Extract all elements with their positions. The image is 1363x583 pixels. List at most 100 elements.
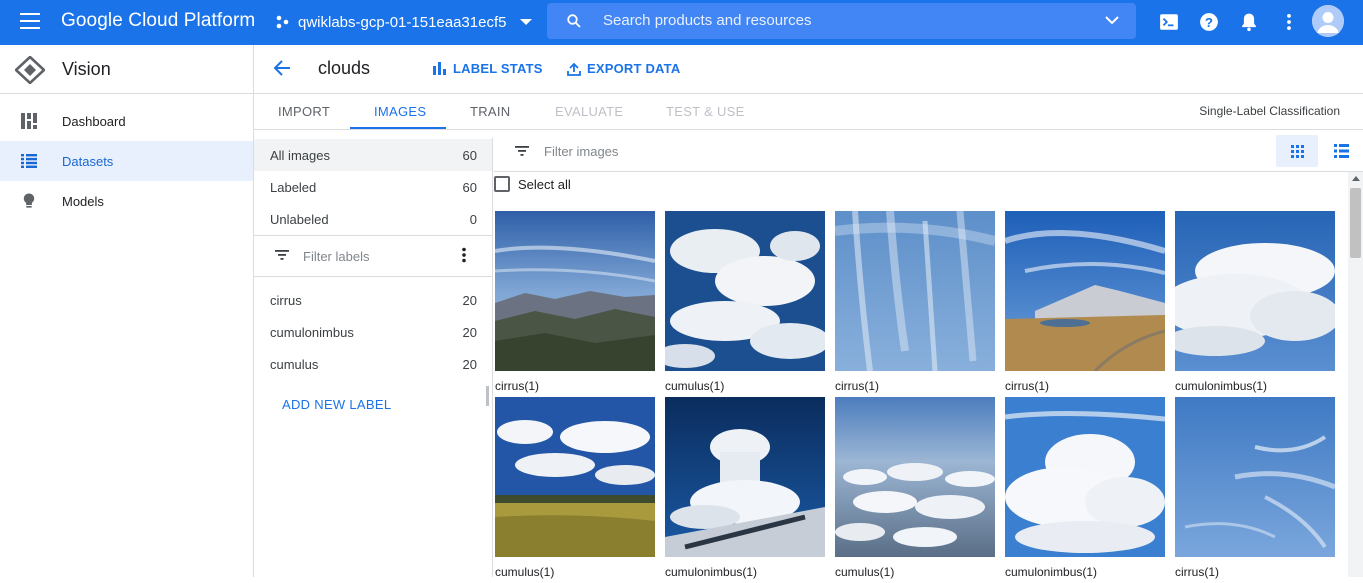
image-thumbnail[interactable] xyxy=(1175,211,1335,371)
image-card[interactable]: cirrus(1) xyxy=(495,211,655,397)
label-stats-label: LABEL STATS xyxy=(453,61,543,76)
add-new-label-button[interactable]: ADD NEW LABEL xyxy=(282,397,391,412)
grid-view-button[interactable] xyxy=(1276,135,1318,167)
label-item-cumulonimbus[interactable]: cumulonimbus 20 xyxy=(254,316,492,348)
filter-count: 60 xyxy=(462,148,477,163)
image-thumbnail[interactable] xyxy=(1005,397,1165,557)
chevron-down-icon[interactable] xyxy=(1104,14,1120,26)
more-vert-icon[interactable] xyxy=(461,247,467,263)
export-data-label: EXPORT DATA xyxy=(587,61,681,76)
filter-images-input[interactable]: Filter images xyxy=(494,130,1363,172)
filter-label: All images xyxy=(270,148,330,163)
tab-train[interactable]: TRAIN xyxy=(470,104,511,119)
label-name: cumulus xyxy=(270,357,319,372)
nav-label-dashboard: Dashboard xyxy=(62,113,126,129)
more-vert-icon[interactable] xyxy=(1279,12,1299,32)
search-input[interactable]: Search products and resources xyxy=(547,3,1136,39)
image-card[interactable]: cumulonimbus(1) xyxy=(665,397,825,583)
filter-icon xyxy=(275,250,289,260)
left-navigation: Vision Dashboard Datasets Models xyxy=(0,45,254,577)
vision-header: Vision xyxy=(0,45,253,94)
nav-item-models[interactable]: Models xyxy=(0,181,253,221)
image-thumbnail[interactable] xyxy=(1005,211,1165,371)
checkbox[interactable] xyxy=(494,176,510,192)
scroll-up-icon[interactable] xyxy=(1352,176,1360,181)
active-tab-indicator xyxy=(350,127,446,129)
upload-icon xyxy=(567,62,581,76)
avatar[interactable] xyxy=(1312,5,1344,37)
tab-import[interactable]: IMPORT xyxy=(278,104,330,119)
filter-count: 0 xyxy=(469,212,477,227)
filter-label: Labeled xyxy=(270,180,317,195)
label-count: 20 xyxy=(462,325,477,340)
scrollbar-thumb[interactable] xyxy=(1350,188,1361,258)
filter-labels-input[interactable]: Filter labels xyxy=(254,235,492,277)
list-view-icon xyxy=(1333,144,1349,158)
menu-icon[interactable] xyxy=(20,13,40,31)
tab-evaluate[interactable]: EVALUATE xyxy=(555,104,623,119)
image-card[interactable]: cirrus(1) xyxy=(1005,211,1165,397)
grid-view-icon xyxy=(1290,144,1304,158)
filter-all-images[interactable]: All images 60 xyxy=(254,139,492,171)
dataset-header: clouds LABEL STATS EXPORT DATA xyxy=(254,45,1363,94)
image-caption: cirrus(1) xyxy=(1005,379,1049,393)
cloud-shell-icon[interactable] xyxy=(1159,12,1179,32)
caret-down-icon xyxy=(520,19,533,25)
image-thumbnail[interactable] xyxy=(665,211,825,371)
nav-label-datasets: Datasets xyxy=(62,153,114,169)
scrollbar[interactable] xyxy=(1348,172,1363,577)
filter-unlabeled[interactable]: Unlabeled 0 xyxy=(254,203,492,235)
help-icon[interactable]: ? xyxy=(1199,12,1219,32)
image-card[interactable]: cirrus(1) xyxy=(1175,397,1335,583)
filter-images-placeholder: Filter images xyxy=(544,144,619,159)
label-stats-button[interactable]: LABEL STATS xyxy=(433,61,543,76)
image-thumbnail[interactable] xyxy=(665,397,825,557)
filter-count: 60 xyxy=(462,180,477,195)
image-thumbnail[interactable] xyxy=(1175,397,1335,557)
project-selector[interactable]: qwiklabs-gcp-01-151eaa31ecf5 xyxy=(276,11,533,33)
image-thumbnail[interactable] xyxy=(835,397,995,557)
project-icon xyxy=(276,15,289,29)
nav-item-dashboard[interactable]: Dashboard xyxy=(0,101,253,141)
image-card[interactable]: cumulus(1) xyxy=(665,211,825,397)
filter-labeled[interactable]: Labeled 60 xyxy=(254,171,492,203)
tab-bar: IMPORT IMAGES TRAIN EVALUATE TEST & USE … xyxy=(254,94,1363,130)
label-count: 20 xyxy=(462,293,477,308)
image-card[interactable]: cirrus(1) xyxy=(835,211,995,397)
nav-label-models: Models xyxy=(62,193,104,209)
select-all-label: Select all xyxy=(518,176,571,192)
image-card[interactable]: cumulus(1) xyxy=(835,397,995,583)
image-card[interactable]: cumulus(1) xyxy=(495,397,655,583)
classification-type: Single-Label Classification xyxy=(1199,104,1340,118)
nav-item-datasets[interactable]: Datasets xyxy=(0,141,253,181)
notifications-icon[interactable] xyxy=(1239,12,1259,32)
product-title: Vision xyxy=(62,59,111,79)
export-data-button[interactable]: EXPORT DATA xyxy=(567,61,680,76)
image-caption: cirrus(1) xyxy=(495,379,539,393)
image-thumbnail[interactable] xyxy=(495,211,655,371)
image-thumbnail[interactable] xyxy=(495,397,655,557)
tab-test-use[interactable]: TEST & USE xyxy=(666,104,745,119)
label-count: 20 xyxy=(462,357,477,372)
image-card[interactable]: cumulonimbus(1) xyxy=(1005,397,1165,583)
svg-text:?: ? xyxy=(1205,15,1213,30)
list-view-button[interactable] xyxy=(1320,135,1362,167)
resize-handle[interactable] xyxy=(486,386,489,406)
brand-title[interactable]: Google Cloud Platform xyxy=(61,10,255,32)
back-arrow-icon[interactable] xyxy=(272,58,292,78)
select-all-checkbox[interactable]: Select all xyxy=(494,176,571,192)
label-item-cumulus[interactable]: cumulus 20 xyxy=(254,348,492,380)
bar-chart-icon xyxy=(433,62,446,75)
search-icon xyxy=(567,14,581,28)
dataset-title: clouds xyxy=(318,58,371,78)
label-name: cumulonimbus xyxy=(270,325,354,340)
image-card[interactable]: cumulonimbus(1) xyxy=(1175,211,1335,397)
tab-images[interactable]: IMAGES xyxy=(374,104,426,119)
image-caption: cumulonimbus(1) xyxy=(1175,379,1268,393)
filter-labels-placeholder: Filter labels xyxy=(303,249,370,264)
image-caption: cumulus(1) xyxy=(665,379,725,393)
label-item-cirrus[interactable]: cirrus 20 xyxy=(254,284,492,316)
image-thumbnail[interactable] xyxy=(835,211,995,371)
account-icon xyxy=(1312,5,1344,37)
vision-logo-icon xyxy=(15,56,45,84)
